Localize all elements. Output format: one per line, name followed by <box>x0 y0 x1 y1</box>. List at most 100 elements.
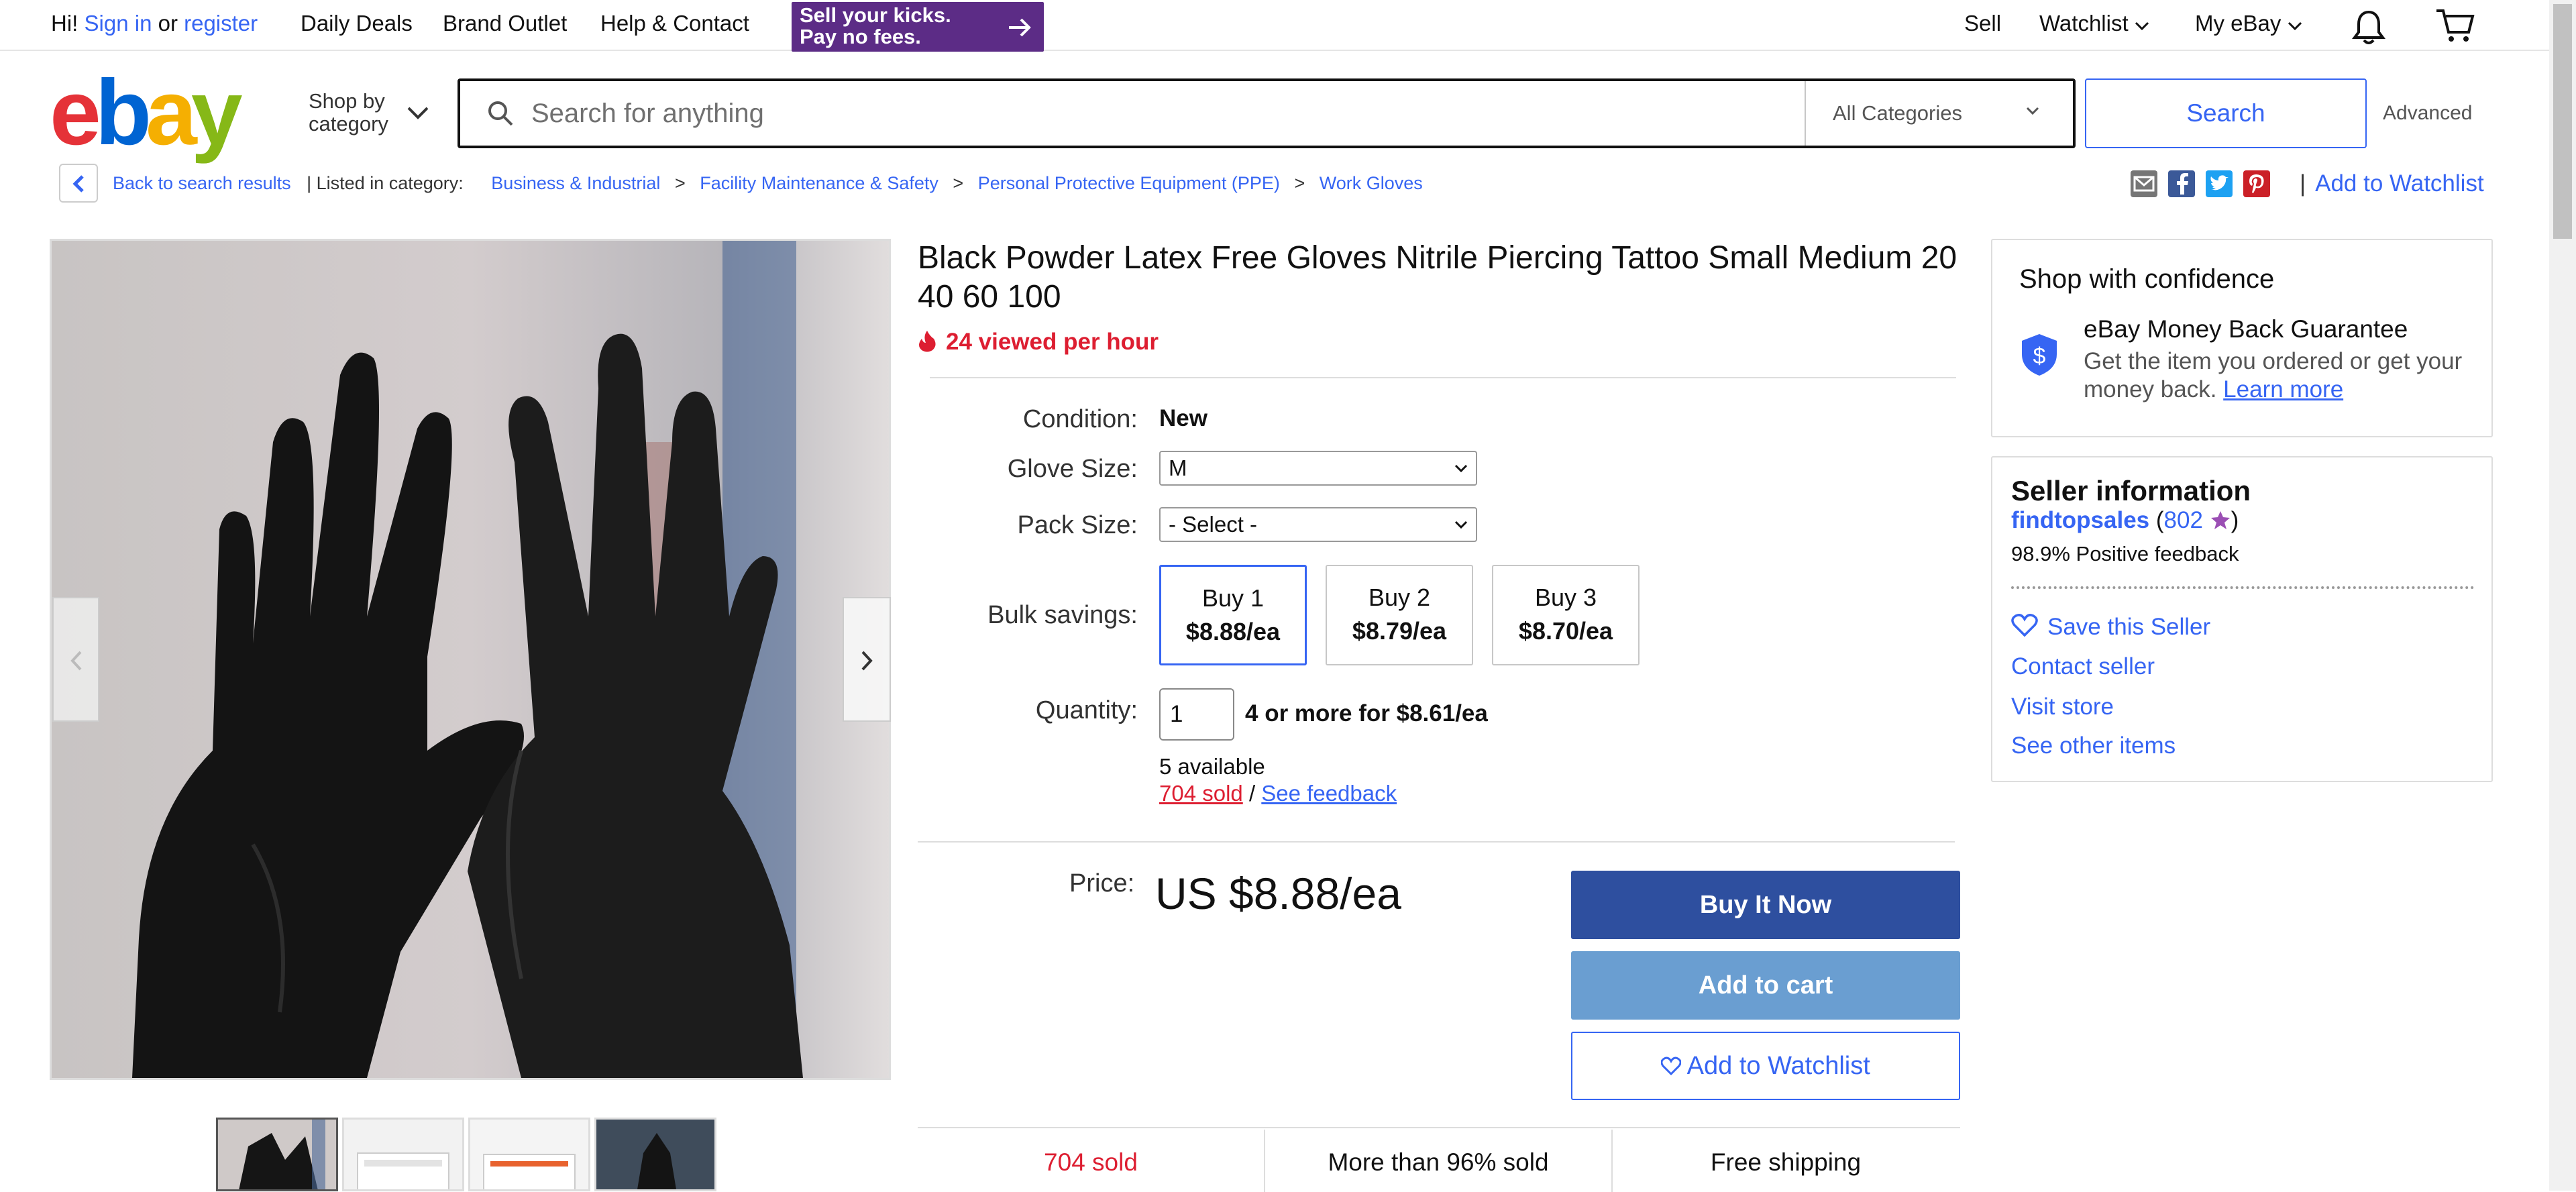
see-other-items-link[interactable]: See other items <box>2011 733 2176 759</box>
twitter-icon[interactable] <box>2206 170 2233 197</box>
or-text: or <box>158 11 178 36</box>
vertical-scrollbar[interactable] <box>2549 0 2576 1191</box>
bulk-savings-label: Bulk savings: <box>987 601 1138 629</box>
learn-more-link[interactable]: Learn more <box>2223 376 2343 402</box>
glove-size-select[interactable]: M <box>1159 451 1477 486</box>
watchlist-label: Watchlist <box>2039 11 2129 36</box>
main-product-image[interactable] <box>50 239 891 1080</box>
search-icon <box>488 101 513 126</box>
buy-it-now-button[interactable]: Buy It Now <box>1571 871 1960 939</box>
email-icon[interactable] <box>2131 170 2157 197</box>
shop-by-category[interactable]: Shop by category <box>309 90 388 136</box>
promo-line2: Pay no fees. <box>800 25 921 48</box>
gloves-image <box>52 241 889 1078</box>
breadcrumb-separator: > <box>674 173 686 193</box>
advanced-search-link[interactable]: Advanced <box>2383 102 2472 125</box>
seller-information-panel: Seller information findtopsales (802 ) 9… <box>1991 456 2493 782</box>
quantity-input[interactable]: 1 <box>1159 688 1234 741</box>
back-to-search-link[interactable]: Back to search results <box>113 173 291 193</box>
glove-size-value: M <box>1169 455 1187 480</box>
previous-image-button[interactable] <box>52 597 99 722</box>
sign-in-link[interactable]: Sign in <box>85 11 152 36</box>
bulk-qty: Buy 3 <box>1534 584 1597 611</box>
seller-score-link[interactable]: 802 <box>2164 507 2203 533</box>
bulk-qty: Buy 2 <box>1368 584 1431 611</box>
logo-letter-a: a <box>146 61 197 164</box>
breadcrumb-item-facility[interactable]: Facility Maintenance & Safety <box>700 173 938 193</box>
category-select[interactable]: All Categories <box>1805 81 2074 146</box>
breadcrumb-item-business[interactable]: Business & Industrial <box>491 173 660 193</box>
my-ebay-label: My eBay <box>2195 11 2282 36</box>
promo-banner[interactable]: Sell your kicks. Pay no fees. <box>792 2 1044 52</box>
thumbnail-2[interactable] <box>342 1118 464 1191</box>
search-button[interactable]: Search <box>2085 78 2367 148</box>
search-input[interactable] <box>531 95 1739 132</box>
add-to-watchlist-label: Add to Watchlist <box>2315 170 2484 197</box>
thumbnail-4[interactable] <box>594 1118 716 1191</box>
divider <box>918 841 1955 843</box>
pack-size-label: Pack Size: <box>1017 511 1138 539</box>
logo-letter-y: y <box>191 61 243 164</box>
see-feedback-link[interactable]: See feedback <box>1261 781 1397 806</box>
slash-separator: / <box>1248 781 1256 806</box>
visit-store-link[interactable]: Visit store <box>2011 694 2114 720</box>
scrollbar-thumb[interactable] <box>2553 4 2572 239</box>
logo-letter-e: e <box>50 61 101 164</box>
sold-feedback: 704 sold / See feedback <box>1159 781 1397 806</box>
contact-seller-link[interactable]: Contact seller <box>2011 653 2155 680</box>
breadcrumb: Back to search results | Listed in categ… <box>113 173 1423 194</box>
save-seller-link[interactable]: Save this Seller <box>2011 613 2210 641</box>
price-value: US $8.88/ea <box>1155 869 1401 918</box>
pinterest-icon[interactable] <box>2243 170 2270 197</box>
bell-icon[interactable] <box>2351 8 2387 46</box>
bulk-price: $8.88/ea <box>1185 618 1281 645</box>
seller-name-link[interactable]: findtopsales <box>2011 507 2149 533</box>
chevron-left-icon <box>70 651 82 671</box>
stat-sold: 704 sold <box>1044 1148 1138 1176</box>
my-ebay-menu[interactable]: My eBay <box>2195 11 2302 36</box>
sell-link[interactable]: Sell <box>1964 11 2001 36</box>
watchlist-menu[interactable]: Watchlist <box>2039 11 2149 36</box>
pack-size-value: - Select - <box>1169 512 1258 537</box>
next-image-button[interactable] <box>843 597 891 722</box>
heart-icon <box>1661 1056 1682 1075</box>
cart-icon[interactable] <box>2435 7 2475 44</box>
thumbnail-3[interactable] <box>468 1118 590 1191</box>
shop-by-line2: category <box>309 112 388 136</box>
positive-feedback: 98.9% Positive feedback <box>2011 542 2239 565</box>
bulk-option-buy-3[interactable]: Buy 3 $8.70/ea <box>1492 565 1640 665</box>
search-bar: All Categories <box>458 78 2076 148</box>
listed-in-label: | Listed in category: <box>307 173 464 193</box>
add-to-watchlist-link[interactable]: | Add to Watchlist <box>2300 170 2484 197</box>
thumbnail-1[interactable] <box>216 1118 338 1191</box>
greeting: Hi! Sign in or register <box>51 11 258 36</box>
condition-label: Condition: <box>1022 405 1138 433</box>
brand-outlet-link[interactable]: Brand Outlet <box>443 11 567 36</box>
add-to-cart-button[interactable]: Add to cart <box>1571 951 1960 1020</box>
svg-text:$: $ <box>2033 343 2046 369</box>
heart-icon <box>2011 614 2038 637</box>
back-button[interactable] <box>59 164 98 203</box>
help-contact-link[interactable]: Help & Contact <box>600 11 749 36</box>
chevron-down-icon[interactable] <box>407 106 429 119</box>
daily-deals-link[interactable]: Daily Deals <box>301 11 413 36</box>
divider <box>930 377 1956 378</box>
seller-title: Seller information <box>2011 475 2251 506</box>
category-label: All Categories <box>1833 101 1962 125</box>
chevron-right-icon <box>861 651 873 671</box>
confidence-title: Shop with confidence <box>2019 264 2275 294</box>
sold-link[interactable]: 704 sold <box>1159 781 1243 806</box>
ebay-logo[interactable]: ebay <box>50 61 243 164</box>
bulk-option-buy-2[interactable]: Buy 2 $8.79/ea <box>1326 565 1473 665</box>
breadcrumb-item-work-gloves[interactable]: Work Gloves <box>1320 173 1423 193</box>
breadcrumb-item-ppe[interactable]: Personal Protective Equipment (PPE) <box>978 173 1280 193</box>
bulk-option-buy-1[interactable]: Buy 1 $8.88/ea <box>1159 565 1307 665</box>
stat-free-shipping: Free shipping <box>1710 1148 1862 1176</box>
facebook-icon[interactable] <box>2168 170 2195 197</box>
chevron-left-icon <box>72 175 84 193</box>
add-to-watchlist-button[interactable]: Add to Watchlist <box>1571 1032 1960 1100</box>
pack-size-select[interactable]: - Select - <box>1159 507 1477 542</box>
breadcrumb-separator: > <box>953 173 964 193</box>
register-link[interactable]: register <box>184 11 258 36</box>
seller-name-row: findtopsales (802 ) <box>2011 507 2239 533</box>
